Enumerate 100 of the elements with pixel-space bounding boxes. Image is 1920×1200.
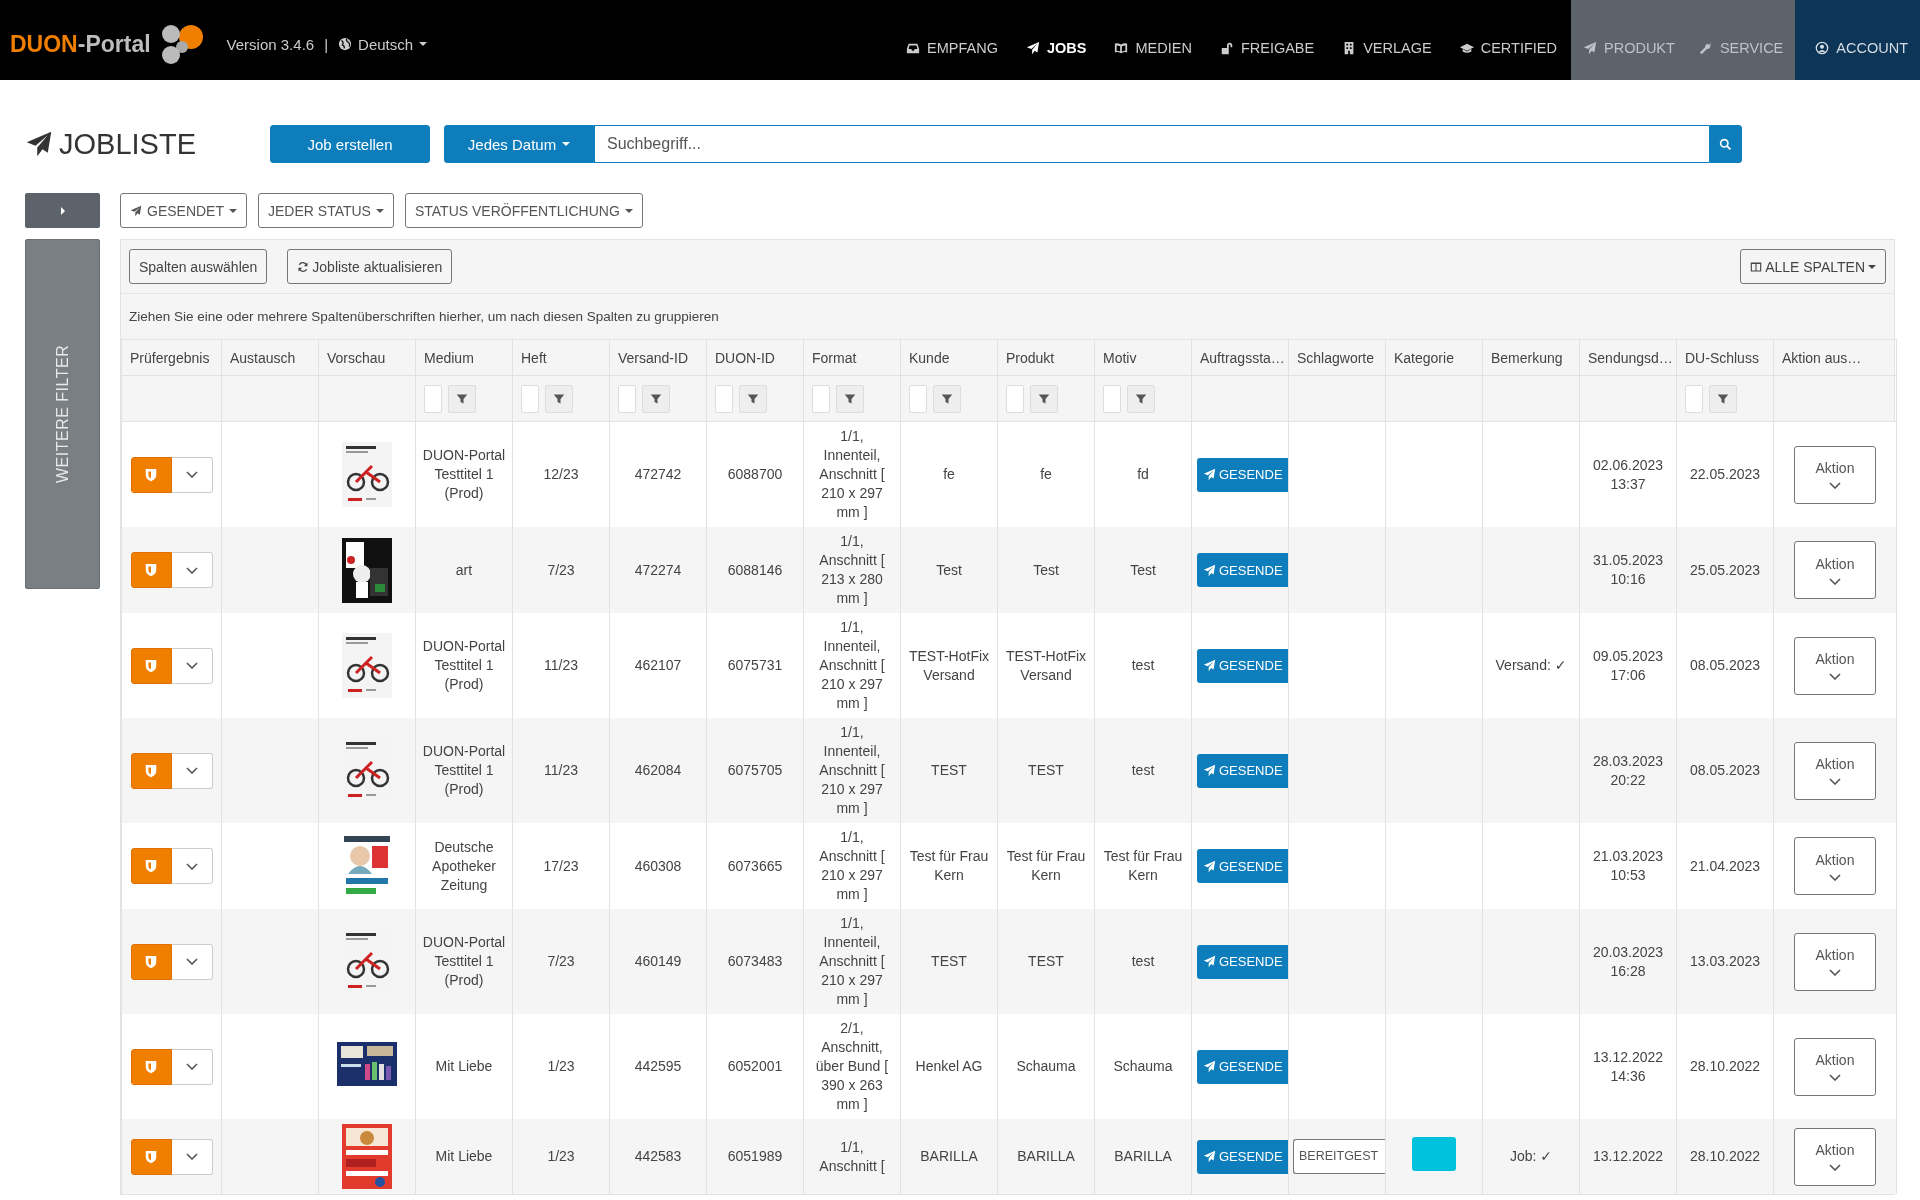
check-result-button[interactable] xyxy=(130,1138,172,1175)
filter-button[interactable] xyxy=(1127,384,1155,413)
columns-icon xyxy=(1750,260,1763,273)
status-button[interactable]: GESENDE xyxy=(1197,849,1289,883)
select-columns-button[interactable]: Spalten auswählen xyxy=(129,249,268,284)
check-result-button[interactable] xyxy=(130,456,172,493)
expand-button[interactable] xyxy=(171,456,213,493)
column-header[interactable]: Produkt xyxy=(997,339,1095,376)
format-cell: 2/1, Anschnitt, über Bund [ 390 x 263 mm ] xyxy=(815,1020,889,1112)
filter-input[interactable] xyxy=(812,384,830,413)
search-button[interactable] xyxy=(1709,125,1742,163)
date-dropdown[interactable]: Jedes Datum xyxy=(444,125,594,163)
paper-plane-icon xyxy=(1203,859,1216,873)
check-result-button[interactable] xyxy=(130,848,172,884)
filter-button[interactable] xyxy=(1709,384,1737,413)
column-header[interactable]: DU-Schluss xyxy=(1676,339,1774,376)
expand-button[interactable] xyxy=(171,552,213,588)
action-button[interactable]: Aktion xyxy=(1794,1037,1876,1096)
filter-button[interactable] xyxy=(545,384,573,413)
expand-button[interactable] xyxy=(171,943,213,980)
check-result-button[interactable] xyxy=(130,752,172,789)
filter-button[interactable] xyxy=(933,384,961,413)
filter-dropdown[interactable]: STATUS VERÖFFENTLICHUNG xyxy=(404,193,643,228)
action-button[interactable]: Aktion xyxy=(1794,636,1876,695)
search-field[interactable]: Suchbegriff... xyxy=(594,125,1709,163)
filter-input[interactable] xyxy=(1685,384,1703,413)
column-header[interactable]: Kunde xyxy=(900,339,998,376)
column-header[interactable]: Heft xyxy=(512,339,610,376)
filter-input[interactable] xyxy=(424,384,442,413)
issue-cell: 11/23 xyxy=(544,657,578,673)
nav-link[interactable]: EMPFANG xyxy=(892,0,1012,80)
nav-link[interactable]: ACCOUNT xyxy=(1795,0,1920,80)
check-result-button[interactable] xyxy=(130,552,172,588)
column-header[interactable]: Sendungsd… xyxy=(1579,339,1677,376)
check-result-button[interactable] xyxy=(130,943,172,980)
filter-icon xyxy=(650,392,662,405)
status-button[interactable]: GESENDE xyxy=(1197,553,1289,587)
action-button[interactable]: Aktion xyxy=(1794,541,1876,599)
status-button[interactable]: GESENDE xyxy=(1197,753,1289,788)
expand-button[interactable] xyxy=(171,1138,213,1175)
column-header[interactable]: Medium xyxy=(415,339,513,376)
motif-cell: fd xyxy=(1137,466,1149,482)
column-header[interactable]: Austausch xyxy=(221,339,319,376)
column-header[interactable]: Format xyxy=(803,339,901,376)
filter-dropdown[interactable]: JEDER STATUS xyxy=(258,193,394,228)
filter-input[interactable] xyxy=(521,384,539,413)
filter-input[interactable] xyxy=(909,384,927,413)
status-button[interactable]: GESENDE xyxy=(1197,457,1289,492)
status-button[interactable]: GESENDE xyxy=(1197,944,1289,979)
nav-link[interactable]: MEDIEN xyxy=(1100,0,1206,80)
column-header[interactable]: DUON-ID xyxy=(706,339,804,376)
action-button[interactable]: Aktion xyxy=(1794,837,1876,895)
filter-button[interactable] xyxy=(448,384,476,413)
language-dropdown[interactable]: Deutsch xyxy=(338,35,428,53)
customer-cell: Henkel AG xyxy=(915,1058,983,1074)
sidebar-toggle-button[interactable] xyxy=(25,193,100,228)
filter-dropdown[interactable]: GESENDET xyxy=(120,193,247,228)
nav-link[interactable]: FREIGABE xyxy=(1205,0,1329,80)
column-header[interactable]: Versand-ID xyxy=(609,339,707,376)
expand-button[interactable] xyxy=(171,848,213,884)
check-result-button[interactable] xyxy=(130,1048,172,1085)
column-header[interactable]: Aktion aus… xyxy=(1773,339,1897,376)
column-header[interactable]: Vorschau xyxy=(318,339,416,376)
expand-button[interactable] xyxy=(171,647,213,684)
column-header[interactable]: Bemerkung xyxy=(1482,339,1580,376)
customer-cell: TEST-HotFix Versand xyxy=(908,647,990,683)
nav-link[interactable]: VERLAGE xyxy=(1328,0,1446,80)
check-result-button[interactable] xyxy=(130,647,172,684)
columns-dropdown[interactable]: ALLE SPALTEN xyxy=(1740,249,1886,284)
column-header[interactable]: Auftragssta… xyxy=(1191,339,1289,376)
column-header[interactable]: Motiv xyxy=(1094,339,1192,376)
create-job-button[interactable]: Job erstellen xyxy=(270,125,430,163)
chevron-down-icon xyxy=(1829,873,1841,881)
filter-button[interactable] xyxy=(1030,384,1058,413)
filter-button[interactable] xyxy=(739,384,767,413)
expand-button[interactable] xyxy=(171,752,213,789)
filter-input[interactable] xyxy=(715,384,733,413)
format-cell: 1/1, Innenteil, Anschnitt [ 210 x 297 mm ] xyxy=(819,724,885,816)
action-button[interactable]: Aktion xyxy=(1794,1127,1876,1186)
status-button[interactable]: GESENDE xyxy=(1197,648,1289,683)
column-header[interactable]: Prüfergebnis xyxy=(121,339,222,376)
filter-button[interactable] xyxy=(642,384,670,413)
column-header[interactable]: Kategorie xyxy=(1385,339,1483,376)
refresh-button[interactable]: Jobliste aktualisieren xyxy=(287,249,453,284)
action-button[interactable]: Aktion xyxy=(1794,445,1876,504)
column-header[interactable]: Schlagworte xyxy=(1288,339,1386,376)
logo-link[interactable]: DUON-Portal xyxy=(10,30,151,58)
status-button[interactable]: GESENDE xyxy=(1197,1139,1289,1174)
action-button[interactable]: Aktion xyxy=(1794,932,1876,991)
filter-button[interactable] xyxy=(836,384,864,413)
chevron-down-icon xyxy=(185,1153,198,1160)
action-button[interactable]: Aktion xyxy=(1794,741,1876,800)
filter-input[interactable] xyxy=(618,384,636,413)
send-date-cell: 20.03.2023 16:28 xyxy=(1592,943,1664,979)
nav-link[interactable]: JOBS xyxy=(1011,0,1101,80)
status-button[interactable]: GESENDE xyxy=(1197,1049,1289,1084)
filter-input[interactable] xyxy=(1006,384,1024,413)
filter-input[interactable] xyxy=(1103,384,1121,413)
expand-button[interactable] xyxy=(171,1048,213,1085)
nav-link[interactable]: CERTIFIED xyxy=(1445,0,1571,80)
